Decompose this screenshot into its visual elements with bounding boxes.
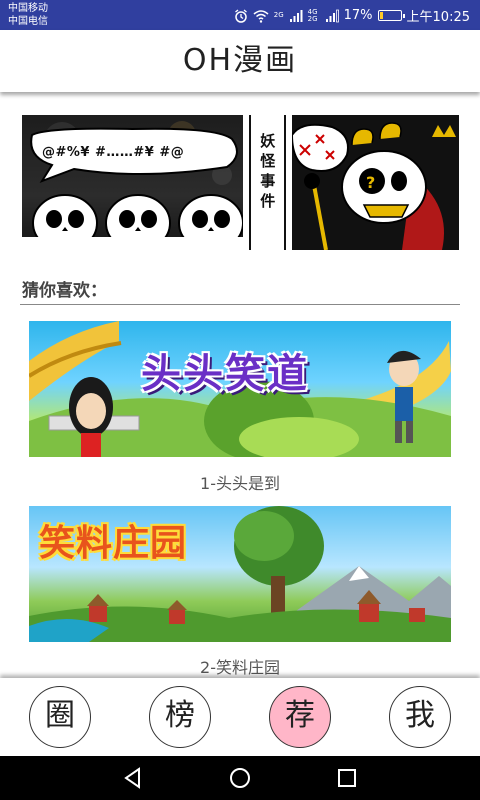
card-1-banner-word: 头头笑道 <box>141 351 309 397</box>
home-icon[interactable] <box>227 765 253 791</box>
nav-recommend-button[interactable]: 荐 <box>269 686 331 748</box>
network-type-2: 4G 2G <box>307 7 318 23</box>
network-type-1: 2G <box>273 11 284 19</box>
comic-panel-king-skull: ? <box>291 115 459 250</box>
card-2-banner-word: 笑料庄园 <box>39 523 188 564</box>
battery-icon <box>377 10 405 21</box>
section-divider <box>20 304 460 305</box>
app-header: OH漫画 <box>0 30 480 92</box>
card-2-caption[interactable]: 2-笑料庄园 <box>29 654 451 678</box>
skull-crowd-illustration <box>22 121 243 250</box>
comic-panel-title: 妖怪事件 <box>248 115 286 250</box>
nav-me-button[interactable]: 我 <box>389 686 451 748</box>
bottom-nav: 圈 榜 荐 我 <box>0 678 480 756</box>
back-icon[interactable] <box>120 765 146 791</box>
comic-title-vertical: 妖怪事件 <box>260 132 276 210</box>
king-skull-illustration: ? <box>291 122 456 250</box>
clock: 上午10:25 <box>406 10 470 25</box>
app-title: OH漫画 <box>182 43 298 78</box>
carrier-2: 中国电信 <box>8 16 48 27</box>
carrier-info: 中国移动 中国电信 <box>8 2 48 28</box>
status-bar: 中国移动 中国电信 2G 4G 2G 17% 上午10:25 <box>0 0 480 30</box>
wifi-icon <box>253 9 269 23</box>
comic-panel-skulls: @#%¥ #……#¥ #@ <box>22 115 243 250</box>
nav-circle-button[interactable]: 圈 <box>29 686 91 748</box>
signal-icon-2 <box>325 9 339 22</box>
signal-icon-1 <box>289 9 303 22</box>
recommendation-banner-2[interactable]: 笑料庄园 <box>29 506 451 642</box>
system-nav-bar <box>0 756 480 800</box>
battery-level <box>379 12 384 19</box>
alarm-icon <box>234 8 247 23</box>
recommendation-banner-1[interactable]: 头头笑道 <box>29 321 451 457</box>
comic-banner[interactable]: @#%¥ #……#¥ #@ 妖怪事件 ? <box>22 115 459 250</box>
battery-percent: 17% <box>343 8 373 23</box>
svg-text:?: ? <box>366 173 375 192</box>
carrier-1: 中国移动 <box>8 3 48 14</box>
nav-ranking-button[interactable]: 榜 <box>149 686 211 748</box>
speech-bubble-text: @#%¥ #……#¥ #@ <box>42 145 185 160</box>
recents-icon[interactable] <box>334 765 360 791</box>
section-title: 猜你喜欢： <box>22 281 107 301</box>
card-1-caption[interactable]: 1-头头是到 <box>29 470 451 494</box>
status-icons: 2G 4G 2G 17% 上午10:25 <box>234 6 470 25</box>
